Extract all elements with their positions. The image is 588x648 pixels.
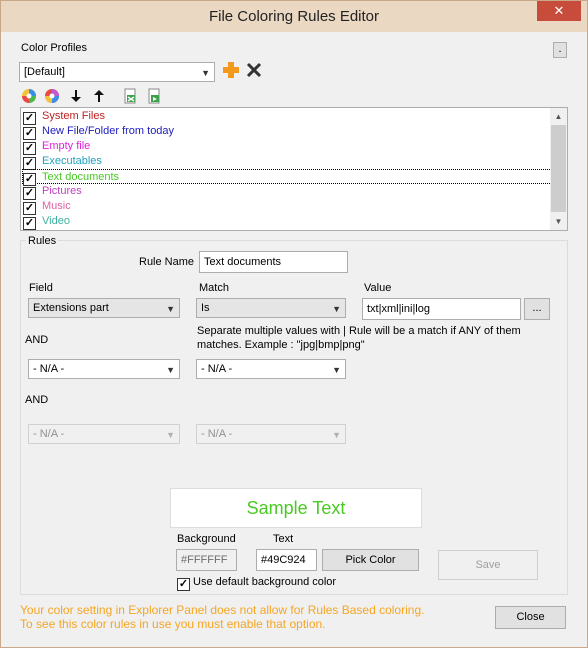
sample-text-preview: Sample Text (170, 488, 422, 528)
list-item[interactable]: ✓ Executables (23, 154, 551, 170)
use-default-bg-label: Use default background color (193, 576, 337, 588)
color-wheel-edit-icon[interactable] (44, 88, 60, 104)
chevron-down-icon: ▼ (201, 68, 210, 78)
and-label-2: AND (25, 394, 49, 406)
list-item-label: Music (42, 200, 71, 212)
rules-group (20, 240, 568, 595)
list-item-label: Text documents (42, 171, 120, 183)
chevron-down-icon: ▼ (332, 430, 341, 440)
text-color-input[interactable]: #49C924 (256, 549, 317, 571)
list-item[interactable]: ✓ Empty file (23, 139, 551, 155)
checkbox-checked-icon[interactable]: ✓ (177, 578, 190, 591)
field-select-2[interactable]: - N/A - ▼ (28, 359, 180, 379)
save-button[interactable]: Save (438, 550, 538, 580)
field-select-3[interactable]: - N/A - ▼ (28, 424, 180, 444)
field-select[interactable]: Extensions part ▼ (28, 298, 180, 318)
match-select[interactable]: Is ▼ (196, 298, 346, 318)
export-icon[interactable] (146, 88, 162, 104)
close-button[interactable]: Close (495, 606, 566, 629)
warning-line-1: Your color setting in Explorer Panel doe… (20, 603, 425, 617)
value-hint-text: Separate multiple values with | Rule wil… (197, 325, 521, 351)
add-profile-icon[interactable] (222, 61, 240, 79)
value-browse-button[interactable]: ... (524, 298, 550, 320)
delete-profile-icon[interactable] (246, 62, 262, 78)
pick-color-button[interactable]: Pick Color (322, 549, 419, 571)
chevron-down-icon: ▼ (332, 304, 341, 314)
value-input[interactable]: txt|xml|ini|log (362, 298, 521, 320)
rule-name-label: Rule Name (139, 256, 195, 268)
field-select-3-value: - N/A - (33, 428, 65, 440)
list-item-label: System Files (42, 110, 105, 122)
color-wheel-icon[interactable] (21, 88, 37, 104)
chevron-down-icon: ▼ (166, 430, 175, 440)
chevron-down-icon: ▼ (166, 304, 175, 314)
match-select-2-value: - N/A - (201, 363, 233, 375)
background-color-input[interactable]: #FFFFFF (176, 549, 237, 571)
scroll-thumb[interactable] (551, 125, 566, 212)
color-profiles-label: Color Profiles (21, 42, 88, 54)
match-select-3[interactable]: - N/A - ▼ (196, 424, 346, 444)
chevron-down-icon: ▼ (166, 365, 175, 375)
chevron-down-icon: ▼ (332, 365, 341, 375)
field-label: Field (29, 282, 53, 294)
profile-select[interactable]: [Default] ▼ (19, 62, 215, 82)
list-item[interactable]: ✓ Pictures (23, 184, 551, 200)
list-item-selected[interactable]: ✓ Text documents (22, 169, 552, 186)
rule-name-input[interactable]: Text documents (199, 251, 348, 273)
field-select-value: Extensions part (33, 302, 109, 314)
text-color-label: Text (273, 533, 294, 545)
window-title: File Coloring Rules Editor (208, 8, 380, 25)
list-item[interactable]: ✓ Video (23, 214, 551, 230)
scroll-down-icon[interactable]: ▼ (550, 213, 567, 230)
field-select-2-value: - N/A - (33, 363, 65, 375)
list-item-label: Executables (42, 155, 102, 167)
list-item-label: Empty file (42, 140, 91, 152)
warning-line-2: To see this color rules in use you must … (20, 617, 326, 631)
import-icon[interactable] (122, 88, 138, 104)
match-select-3-value: - N/A - (201, 428, 233, 440)
move-down-icon[interactable] (68, 88, 84, 104)
match-label: Match (199, 282, 229, 294)
use-default-bg-checkbox[interactable]: ✓ Use default background color (177, 576, 337, 591)
profile-select-value: [Default] (24, 66, 65, 78)
list-item[interactable]: ✓ Music (23, 199, 551, 215)
profiles-options-button[interactable]: . (553, 42, 567, 58)
list-item-label: Video (42, 215, 70, 227)
value-label: Value (364, 282, 392, 294)
list-item-label: New File/Folder from today (42, 125, 175, 137)
list-item-label: Pictures (42, 185, 82, 197)
and-label-1: AND (25, 334, 49, 346)
match-select-2[interactable]: - N/A - ▼ (196, 359, 346, 379)
checkbox-checked-icon[interactable]: ✓ (23, 217, 36, 230)
window-close-button[interactable]: ✕ (537, 1, 581, 21)
list-scrollbar[interactable]: ▲ ▼ (550, 108, 567, 230)
background-label: Background (177, 533, 236, 545)
sample-text: Sample Text (246, 498, 346, 518)
rules-list[interactable]: ✓ System Files ✓ New File/Folder from toda… (20, 107, 568, 231)
match-select-value: Is (201, 302, 210, 314)
title-bar: File Coloring Rules Editor ✕ (1, 1, 587, 32)
rules-group-label: Rules (26, 235, 59, 247)
move-up-icon[interactable] (91, 88, 107, 104)
scroll-up-icon[interactable]: ▲ (550, 108, 567, 125)
list-item[interactable]: ✓ System Files (23, 109, 551, 125)
list-item[interactable]: ✓ New File/Folder from today (23, 124, 551, 140)
